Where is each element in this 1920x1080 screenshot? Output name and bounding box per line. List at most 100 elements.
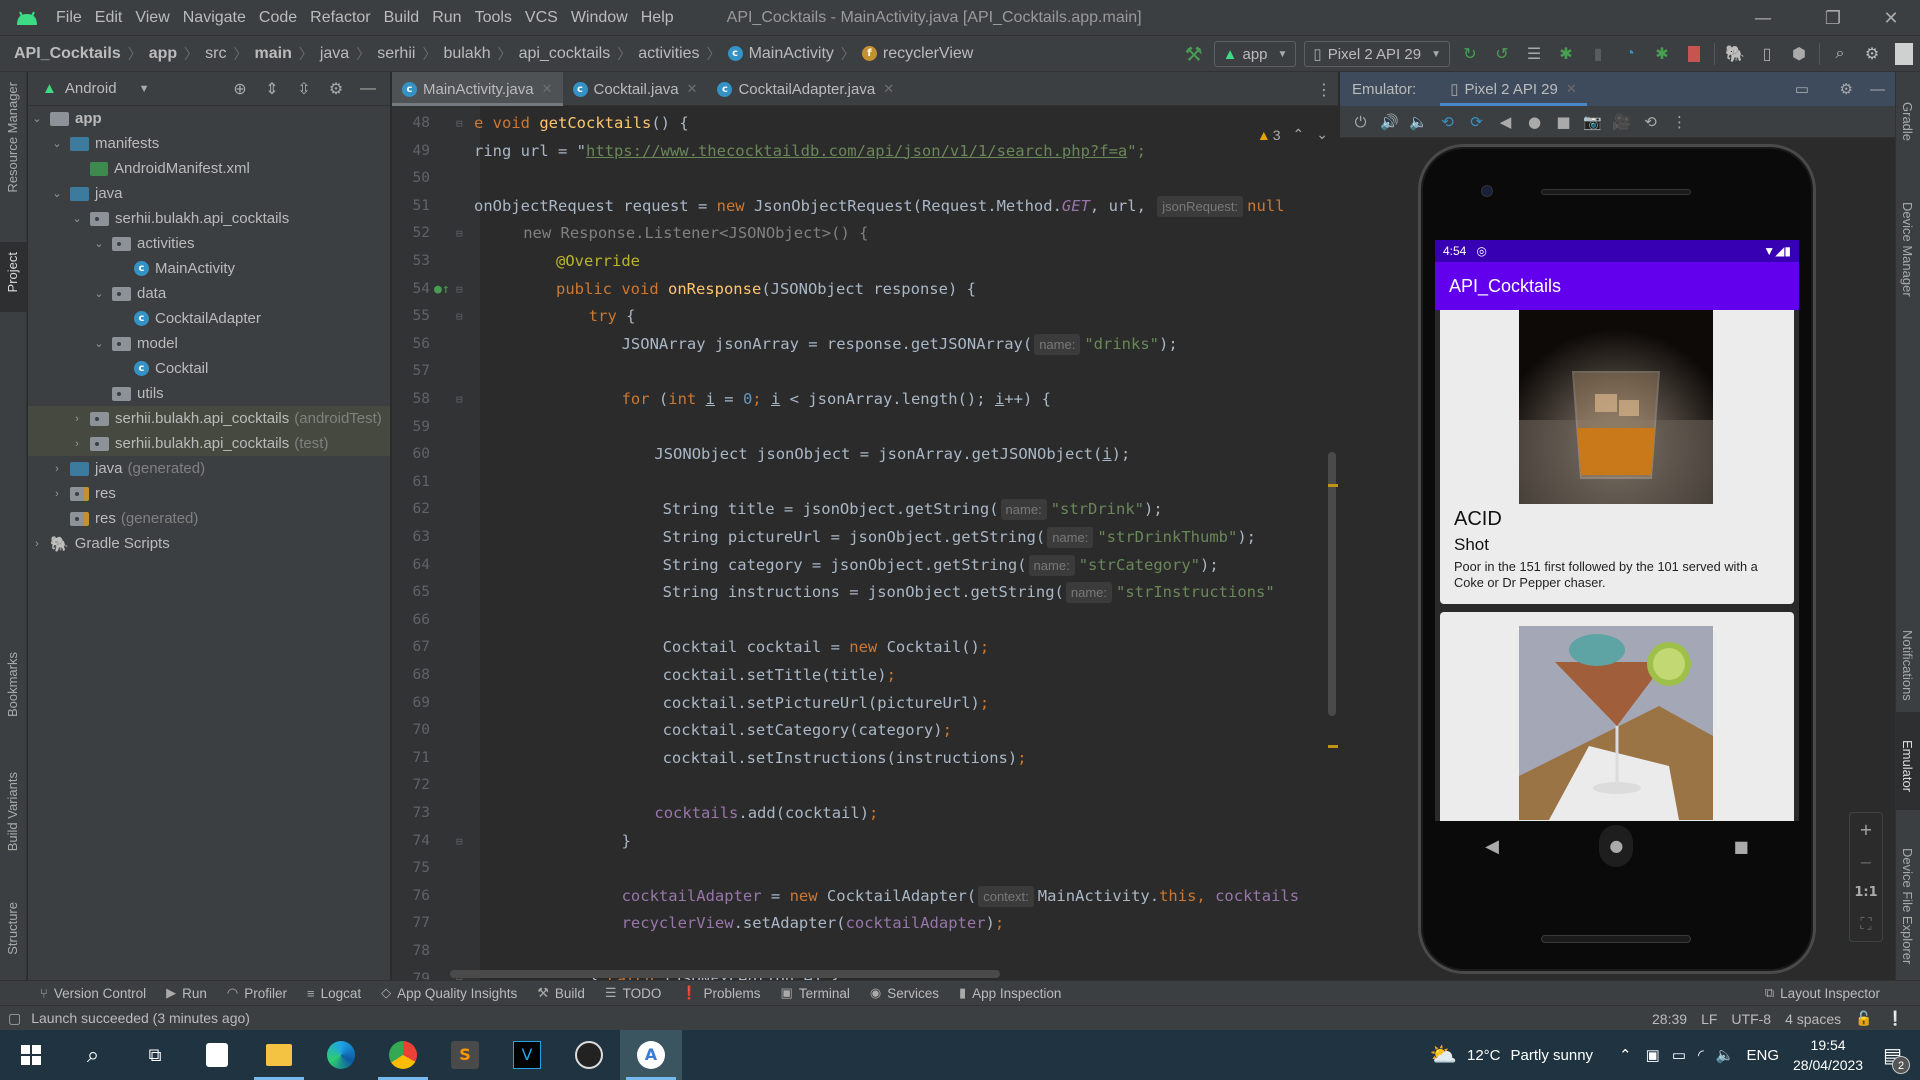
file-explorer-button[interactable] [248,1030,310,1080]
meet-now-icon[interactable]: ▣ [1646,1046,1660,1064]
line-separator[interactable]: LF [1701,1011,1717,1027]
tree-item[interactable]: ⌄ app [28,106,390,131]
fold-icon[interactable]: ⊟ [456,303,463,331]
project-view-select[interactable]: Android [65,80,117,97]
tool-version-control[interactable]: ⑂ Version Control [40,986,146,1001]
expand-all-icon[interactable]: ⇕ [256,79,288,99]
tree-item[interactable]: c CocktailAdapter [28,306,390,331]
code-line[interactable]: 61 [392,469,1338,497]
fold-icon[interactable]: ⊟ [456,386,463,414]
code-line[interactable]: 70 cocktail.setCategory(category); [392,717,1338,745]
wifi-icon[interactable]: ◜ [1698,1046,1704,1064]
toggle-tool-windows-icon[interactable]: ▢ [8,1010,21,1027]
android-back-button[interactable]: ◀ [1485,836,1499,857]
line-number[interactable]: 70 [400,717,430,745]
line-number[interactable]: 72 [400,772,430,800]
settings-icon[interactable]: ⚙ [1840,80,1853,98]
chrome-button[interactable] [372,1030,434,1080]
more-tabs-icon[interactable]: ⋮ [1316,72,1332,106]
clock[interactable]: 19:54 28/04/2023 [1793,1035,1863,1075]
breadcrumb-item[interactable]: f recyclerView [861,45,973,63]
tool-tab-structure[interactable]: Structure [0,892,27,982]
close-button[interactable]: ✕ [1868,0,1914,36]
menu-build[interactable]: Build [384,9,420,27]
override-marker-icon[interactable]: ●↑ [434,276,450,304]
unlock-icon[interactable]: 🔓 [1855,1010,1872,1027]
close-tab-icon[interactable]: ✕ [542,81,553,97]
line-number[interactable]: 79 [400,966,430,980]
overview-icon[interactable]: ■ [1549,113,1578,131]
chevron-right-icon[interactable]: › [50,463,64,475]
tool-tab-resource-manager[interactable]: Resource Manager [0,72,27,193]
build-hammer-icon[interactable]: ⚒ [1178,36,1210,72]
code-line[interactable]: 76 cocktailAdapter = new CocktailAdapter(… [392,883,1338,911]
code-line[interactable]: 66 [392,607,1338,635]
volume-up-icon[interactable]: 🔊 [1375,113,1404,131]
tree-item[interactable]: c Cocktail [28,356,390,381]
weather-condition[interactable]: Partly sunny [1511,1047,1594,1064]
indent-setting[interactable]: 4 spaces [1785,1011,1841,1027]
collapse-all-icon[interactable]: ⇳ [288,79,320,99]
maximize-button[interactable]: ❐ [1810,0,1856,36]
code-line[interactable]: 56 JSONArray jsonArray = response.getJSON… [392,331,1338,359]
action-center-button[interactable]: ▤ 2 [1883,1043,1910,1074]
tree-item[interactable]: ⌄ java [28,181,390,206]
tree-item[interactable]: utils [28,381,390,406]
line-number[interactable]: 77 [400,910,430,938]
tool-layout-inspector[interactable]: ⧉ Layout Inspector [1765,985,1880,1001]
tool-profiler[interactable]: ◠ Profiler [227,985,287,1001]
weather-temp[interactable]: 12°C [1467,1047,1501,1064]
volume-down-icon[interactable]: 🔈 [1404,113,1433,131]
home-icon[interactable]: ● [1520,113,1549,131]
breadcrumb-item[interactable]: main 〉 [255,44,320,64]
tool-app-quality-insights[interactable]: ◇ App Quality Insights [381,985,517,1001]
breadcrumb-item[interactable]: app 〉 [149,44,205,64]
tree-item[interactable]: › java (generated) [28,456,390,481]
tree-item[interactable]: ⌄ model [28,331,390,356]
close-tab-icon[interactable]: ✕ [883,81,894,97]
store-button[interactable] [186,1030,248,1080]
tool-tab-bookmarks[interactable]: Bookmarks [0,642,27,752]
battery-icon[interactable]: ▭ [1672,1046,1686,1064]
tab-cocktailadapter[interactable]: c CocktailAdapter.java ✕ [707,72,904,106]
warning-marker[interactable] [1328,745,1338,748]
more-options-icon[interactable]: ⋮ [1665,113,1694,131]
tree-item[interactable]: › res [28,481,390,506]
tree-item[interactable]: › 🐘 Gradle Scripts [28,531,390,556]
tree-item[interactable]: ⌄ manifests [28,131,390,156]
menu-file[interactable]: File [56,9,82,27]
vegas-button[interactable]: V [496,1030,558,1080]
line-number[interactable]: 73 [400,800,430,828]
horizontal-scrollbar[interactable] [450,970,1000,978]
record-icon[interactable]: 🎥 [1607,113,1636,131]
tree-item[interactable]: c MainActivity [28,256,390,281]
apply-code-changes-icon[interactable]: ↺ [1486,36,1518,72]
sync-icon[interactable]: ☰ [1518,36,1550,72]
line-number[interactable]: 69 [400,690,430,718]
tool-tab-notifications[interactable]: Notifications [1896,602,1920,712]
tree-item[interactable]: › serhii.bulakh.api_cocktails (androidTest… [28,406,390,431]
code-line[interactable]: 67 Cocktail cocktail = new Cocktail(); [392,634,1338,662]
tree-item[interactable]: ⌄ activities [28,231,390,256]
sublime-button[interactable]: S [434,1030,496,1080]
power-icon[interactable]: ⏻ [1346,113,1375,131]
line-number[interactable]: 58 [400,386,430,414]
chevron-down-icon[interactable]: ⌄ [92,237,106,250]
settings-icon[interactable]: ⚙ [1856,36,1888,72]
line-number[interactable]: 51 [400,193,430,221]
breadcrumb-item[interactable]: api_cocktails 〉 [519,44,639,64]
menu-window[interactable]: Window [571,9,628,27]
line-number[interactable]: 67 [400,634,430,662]
line-number[interactable]: 55 [400,303,430,331]
profiler-icon[interactable]: ◔ [1614,36,1646,72]
tree-item[interactable]: › serhii.bulakh.api_cocktails (test) [28,431,390,456]
input-language[interactable]: ENG [1747,1047,1780,1064]
code-line[interactable]: 48 e void getCocktails() {⊟ [392,110,1338,138]
settings-icon[interactable]: ⚙ [320,79,352,99]
line-number[interactable]: 48 [400,110,430,138]
warning-marker[interactable] [1328,484,1338,487]
line-number[interactable]: 61 [400,469,430,497]
menu-edit[interactable]: Edit [95,9,123,27]
chevron-right-icon[interactable]: › [30,538,44,550]
rotate-left-icon[interactable]: ⟲ [1433,113,1462,131]
